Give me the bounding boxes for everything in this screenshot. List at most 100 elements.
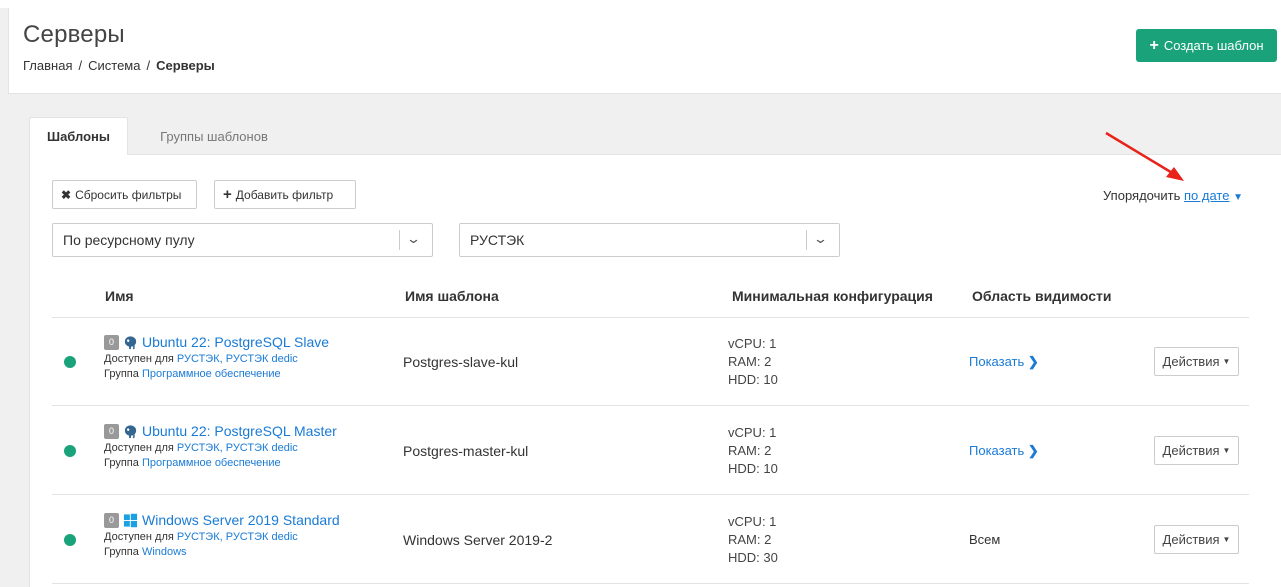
config-hdd: HDD: 10 <box>728 372 778 387</box>
name-cell: 0 Windows Server 2019 Standard Доступен … <box>104 512 340 558</box>
group-prefix: Группа <box>104 368 139 380</box>
breadcrumb: Главная / Система / Серверы <box>23 58 215 73</box>
pool-value-select[interactable]: РУСТЭК ⌄ <box>459 223 840 257</box>
chevron-down-icon[interactable]: ⌄ <box>813 231 828 247</box>
resource-pool-select-value: По ресурсному пулу <box>63 232 195 248</box>
group-line: Группа Windows <box>104 546 340 558</box>
group-line: Группа Программное обеспечение <box>104 457 337 469</box>
name-cell: 0 Ubuntu 22: PostgreSQL Master Доступен … <box>104 423 337 469</box>
availability-prefix: Доступен для <box>104 353 174 365</box>
status-dot <box>64 356 76 368</box>
caret-down-icon: ▼ <box>1222 357 1231 366</box>
table-row: 0 Ubuntu 22: PostgreSQL Slave Доступен д… <box>52 318 1249 406</box>
chevron-down-icon[interactable]: ⌄ <box>406 231 421 247</box>
config-ram: RAM: 2 <box>728 532 772 547</box>
count-badge: 0 <box>104 512 119 528</box>
name-cell: 0 Ubuntu 22: PostgreSQL Slave Доступен д… <box>104 334 329 380</box>
availability-link[interactable]: РУСТЭК, РУСТЭК dedic <box>177 442 298 454</box>
actions-label: Действия <box>1162 443 1220 458</box>
template-code: Postgres-master-kul <box>403 443 529 459</box>
availability-line: Доступен для РУСТЭК, РУСТЭК dedic <box>104 442 337 454</box>
group-prefix: Группа <box>104 457 139 469</box>
availability-prefix: Доступен для <box>104 442 174 454</box>
breadcrumb-separator: / <box>78 58 83 73</box>
windows-icon <box>123 513 138 527</box>
pool-value-select-value: РУСТЭК <box>470 232 525 248</box>
select-divider <box>399 230 400 250</box>
caret-down-icon: ▼ <box>1222 535 1231 544</box>
reset-filters-button[interactable]: ✖ Сбросить фильтры <box>52 180 197 209</box>
chevron-right-icon: ❯ <box>1027 443 1039 458</box>
tab-templates[interactable]: Шаблоны <box>29 117 128 155</box>
group-line: Группа Программное обеспечение <box>104 368 329 380</box>
column-header-config: Минимальная конфигурация <box>732 288 933 304</box>
reset-filters-label: Сбросить фильтры <box>75 187 182 202</box>
template-name-link[interactable]: Windows Server 2019 Standard <box>142 512 340 528</box>
template-code: Postgres-slave-kul <box>403 354 519 370</box>
group-prefix: Группа <box>104 546 139 558</box>
config-cell: vCPU: 1 RAM: 2 HDD: 10 <box>728 335 778 389</box>
plus-icon: + <box>223 186 232 203</box>
availability-link[interactable]: РУСТЭК, РУСТЭК dedic <box>177 353 298 365</box>
caret-down-icon: ▼ <box>1222 446 1231 455</box>
config-ram: RAM: 2 <box>728 354 772 369</box>
column-header-name: Имя <box>105 288 134 304</box>
top-strip <box>0 0 1281 8</box>
visibility-label: Показать <box>969 443 1025 458</box>
availability-link[interactable]: РУСТЭК, РУСТЭК dedic <box>177 531 298 543</box>
plus-icon: + <box>1149 36 1159 54</box>
visibility-label: Показать <box>969 354 1025 369</box>
status-dot <box>64 445 76 457</box>
config-hdd: HDD: 10 <box>728 461 778 476</box>
visibility-value: Всем <box>969 532 1001 547</box>
select-divider <box>806 230 807 250</box>
breadcrumb-home[interactable]: Главная <box>23 58 72 73</box>
config-cell: vCPU: 1 RAM: 2 HDD: 10 <box>728 424 778 478</box>
config-ram: RAM: 2 <box>728 443 772 458</box>
actions-label: Действия <box>1162 532 1220 547</box>
status-dot <box>64 534 76 546</box>
postgresql-elephant-icon <box>124 424 137 438</box>
table-row: 0 Ubuntu 22: PostgreSQL Master Доступен … <box>52 407 1249 495</box>
add-filter-label: Добавить фильтр <box>235 187 334 202</box>
templates-panel: ✖ Сбросить фильтры + Добавить фильтр Упо… <box>29 154 1281 587</box>
count-badge: 0 <box>104 423 119 439</box>
availability-prefix: Доступен для <box>104 531 174 543</box>
create-template-button[interactable]: + Создать шаблон <box>1136 29 1277 62</box>
visibility-show-link[interactable]: Показать ❯ <box>969 443 1039 459</box>
actions-dropdown-button[interactable]: Действия ▼ <box>1154 436 1239 465</box>
page-title: Серверы <box>23 21 125 48</box>
create-template-label: Создать шаблон <box>1163 38 1264 53</box>
postgresql-elephant-icon <box>124 335 137 349</box>
resource-pool-select[interactable]: По ресурсному пулу ⌄ <box>52 223 433 257</box>
config-vcpu: vCPU: 1 <box>728 336 777 351</box>
config-cell: vCPU: 1 RAM: 2 HDD: 30 <box>728 513 778 567</box>
group-link[interactable]: Программное обеспечение <box>142 368 281 380</box>
actions-dropdown-button[interactable]: Действия ▼ <box>1154 347 1239 376</box>
breadcrumb-system[interactable]: Система <box>88 58 140 73</box>
page-header: Серверы Главная / Система / Серверы + Создат… <box>8 8 1281 94</box>
template-name-link[interactable]: Ubuntu 22: PostgreSQL Slave <box>142 334 329 350</box>
availability-line: Доступен для РУСТЭК, РУСТЭК dedic <box>104 353 329 365</box>
table-row: 0 Windows Server 2019 Standard Доступен … <box>52 496 1249 584</box>
breadcrumb-current: Серверы <box>156 58 215 73</box>
column-header-visibility: Область видимости <box>972 288 1112 304</box>
actions-label: Действия <box>1162 354 1220 369</box>
caret-down-icon[interactable]: ▼ <box>1233 192 1243 203</box>
visibility-show-link[interactable]: Показать ❯ <box>969 354 1039 370</box>
sort-control: Упорядочить по дате ▼ <box>1103 188 1243 203</box>
tab-template-groups[interactable]: Группы шаблонов <box>132 117 296 155</box>
chevron-right-icon: ❯ <box>1027 354 1039 369</box>
column-header-template: Имя шаблона <box>405 288 499 304</box>
template-name-link[interactable]: Ubuntu 22: PostgreSQL Master <box>142 423 337 439</box>
breadcrumb-separator: / <box>146 58 151 73</box>
group-link[interactable]: Программное обеспечение <box>142 457 281 469</box>
close-icon: ✖ <box>61 187 72 202</box>
actions-dropdown-button[interactable]: Действия ▼ <box>1154 525 1239 554</box>
group-link[interactable]: Windows <box>142 546 187 558</box>
availability-line: Доступен для РУСТЭК, РУСТЭК dedic <box>104 531 340 543</box>
config-vcpu: vCPU: 1 <box>728 425 777 440</box>
count-badge: 0 <box>104 334 119 350</box>
add-filter-button[interactable]: + Добавить фильтр <box>214 180 356 209</box>
sort-by-date-link[interactable]: по дате <box>1184 188 1229 203</box>
